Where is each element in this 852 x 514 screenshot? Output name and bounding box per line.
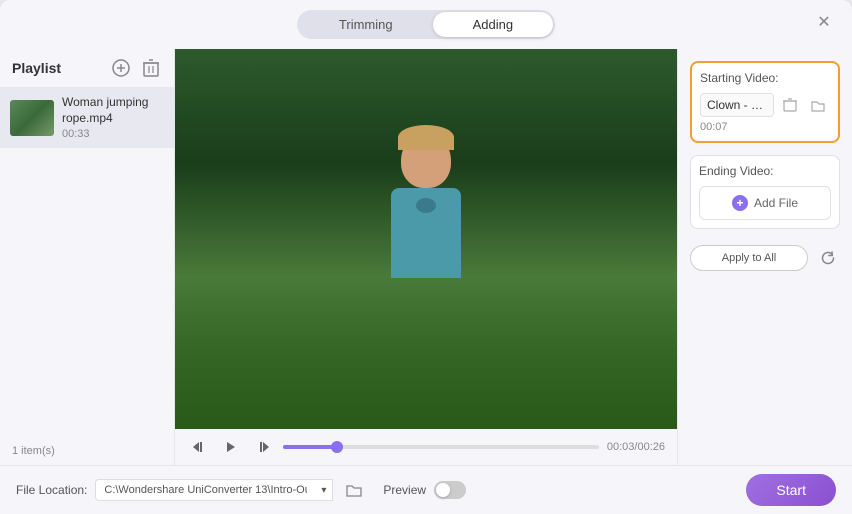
starting-video-folder-icon[interactable] xyxy=(806,93,830,117)
file-path-wrapper: ▾ xyxy=(95,479,333,501)
progress-bar[interactable] xyxy=(283,445,599,449)
starting-video-label: Starting Video: xyxy=(700,71,830,85)
item-count: 1 item(s) xyxy=(12,445,55,457)
playlist-item-name: Woman jumping rope.mp4 xyxy=(62,95,164,126)
starting-video-card: Starting Video: Clown - 27683.mp4 00:07 xyxy=(690,61,840,143)
apply-row: Apply to All xyxy=(690,245,840,271)
progress-thumb xyxy=(331,441,343,453)
delete-playlist-icon[interactable] xyxy=(140,57,162,79)
browse-folder-button[interactable] xyxy=(341,477,367,503)
playlist-info: Woman jumping rope.mp4 00:33 xyxy=(62,95,164,140)
playlist-thumbnail xyxy=(10,100,54,136)
video-background xyxy=(175,49,677,429)
ending-video-label: Ending Video: xyxy=(699,164,831,178)
right-panel: Starting Video: Clown - 27683.mp4 00:07 … xyxy=(677,49,852,465)
file-path-input[interactable] xyxy=(95,479,315,501)
starting-video-delete-icon[interactable] xyxy=(778,93,802,117)
apply-to-all-button[interactable]: Apply to All xyxy=(690,245,808,271)
video-controls: 00:03/00:26 xyxy=(175,429,677,465)
thumbnail-image xyxy=(10,100,54,136)
sidebar-footer: 1 item(s) xyxy=(0,437,174,465)
video-content xyxy=(366,133,486,353)
tab-adding[interactable]: Adding xyxy=(433,12,553,37)
file-location-label: File Location: xyxy=(16,483,87,497)
preview-toggle[interactable] xyxy=(434,481,466,499)
add-file-button[interactable]: + Add File xyxy=(699,186,831,220)
person-head xyxy=(401,133,451,188)
close-button[interactable]: ✕ xyxy=(812,10,836,34)
start-button[interactable]: Start xyxy=(746,474,836,506)
path-dropdown-icon[interactable]: ▾ xyxy=(315,479,333,501)
playlist-item[interactable]: Woman jumping rope.mp4 00:33 xyxy=(0,87,174,148)
starting-video-duration: 00:07 xyxy=(700,121,830,133)
tab-group: Trimming Adding xyxy=(297,10,555,39)
preview-label: Preview xyxy=(383,483,426,497)
sidebar-title: Playlist xyxy=(12,60,61,76)
person-body xyxy=(391,188,461,278)
playlist-item-duration: 00:33 xyxy=(62,128,164,140)
sidebar-header: Playlist xyxy=(0,49,174,87)
video-area: 00:03/00:26 xyxy=(175,49,677,465)
main-window: Trimming Adding ✕ Playlist xyxy=(0,0,852,514)
play-button[interactable] xyxy=(219,435,243,459)
sidebar: Playlist xyxy=(0,49,175,465)
main-content: Playlist xyxy=(0,49,852,465)
add-playlist-icon[interactable] xyxy=(110,57,132,79)
rewind-button[interactable] xyxy=(187,435,211,459)
person-hair xyxy=(398,125,454,150)
video-player xyxy=(175,49,677,429)
tab-trimming[interactable]: Trimming xyxy=(299,12,433,37)
title-bar: Trimming Adding ✕ xyxy=(0,0,852,49)
ending-video-card: Ending Video: + Add File xyxy=(690,155,840,229)
bottom-bar: File Location: ▾ Preview Start xyxy=(0,465,852,514)
starting-video-row: Clown - 27683.mp4 xyxy=(700,93,830,117)
refresh-icon[interactable] xyxy=(816,246,840,270)
forward-button[interactable] xyxy=(251,435,275,459)
time-display: 00:03/00:26 xyxy=(607,441,665,453)
add-file-icon: + xyxy=(732,195,748,211)
toggle-knob xyxy=(436,483,450,497)
add-file-label: Add File xyxy=(754,196,798,210)
sidebar-actions xyxy=(110,57,162,79)
starting-video-filename: Clown - 27683.mp4 xyxy=(700,93,774,117)
